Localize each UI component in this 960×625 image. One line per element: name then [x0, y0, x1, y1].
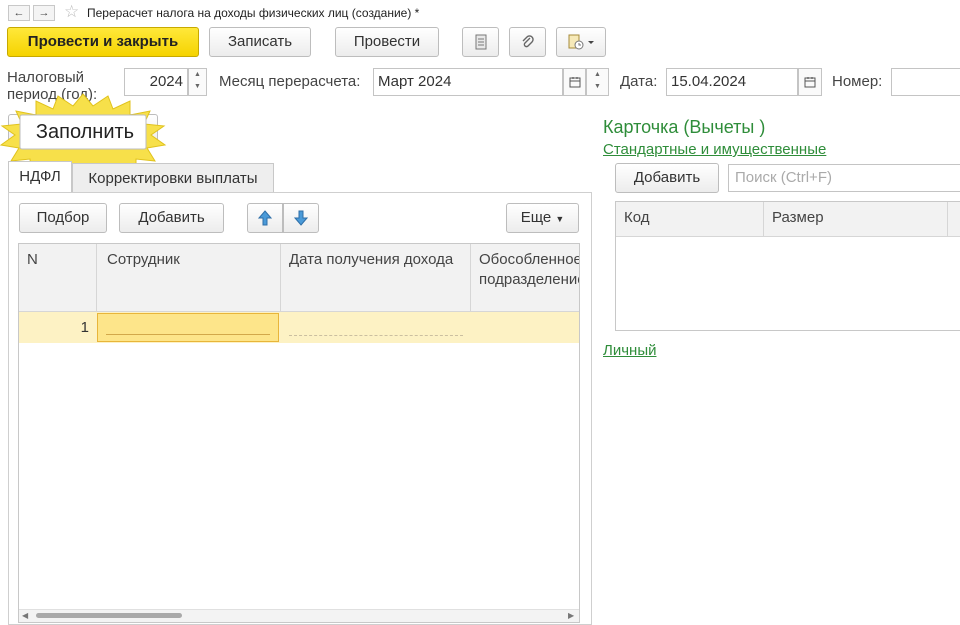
- attach-button[interactable]: [509, 27, 546, 57]
- employee-cell-input[interactable]: [97, 313, 279, 342]
- deductions-add-button[interactable]: Добавить: [615, 163, 719, 193]
- month-input[interactable]: Март 2024: [373, 68, 563, 96]
- more-label: Еще: [520, 209, 552, 226]
- date-input[interactable]: 15.04.2024: [666, 68, 798, 96]
- row-number-cell: 1: [80, 319, 89, 336]
- document-actions-button[interactable]: [556, 27, 606, 57]
- column-header-code[interactable]: Код: [616, 202, 764, 237]
- favorite-star-icon[interactable]: ☆: [64, 3, 79, 20]
- chevron-down-icon: ▼: [555, 214, 565, 224]
- scroll-right-icon[interactable]: ▶: [568, 610, 574, 621]
- window-title: Перерасчет налога на доходы физических л…: [87, 6, 420, 20]
- column-header-income-date[interactable]: Дата получения дохода: [281, 244, 471, 312]
- paperclip-icon: [522, 35, 534, 48]
- column-header-employee[interactable]: Сотрудник: [97, 244, 281, 312]
- report-button[interactable]: [462, 27, 499, 57]
- month-spinner[interactable]: ▲ ▼: [586, 68, 609, 96]
- post-and-close-button[interactable]: Провести и закрыть: [7, 27, 199, 57]
- more-button[interactable]: Еще ▼: [506, 203, 579, 233]
- deductions-card-title: Карточка (Вычеты ): [603, 117, 766, 137]
- tab-payment-corrections[interactable]: Корректировки выплаты: [72, 163, 274, 193]
- document-clock-icon: [568, 34, 594, 50]
- tab-ndfl[interactable]: НДФЛ: [8, 161, 72, 193]
- income-date-cell[interactable]: [289, 313, 463, 342]
- date-calendar-button[interactable]: [798, 68, 822, 96]
- standard-property-link[interactable]: Стандартные и имущественные: [603, 141, 826, 158]
- post-button[interactable]: Провести: [335, 27, 439, 57]
- add-row-button[interactable]: Добавить: [119, 203, 224, 233]
- arrow-up-icon: [257, 210, 273, 226]
- forward-button[interactable]: →: [33, 5, 55, 21]
- move-up-button[interactable]: [247, 203, 283, 233]
- month-label: Месяц перерасчета:: [219, 73, 361, 90]
- save-button[interactable]: Записать: [209, 27, 311, 57]
- month-calendar-button[interactable]: [563, 68, 586, 96]
- search-input[interactable]: Поиск (Ctrl+F): [728, 164, 960, 192]
- tax-period-spinner[interactable]: ▲ ▼: [188, 68, 207, 96]
- select-button[interactable]: Подбор: [19, 203, 107, 233]
- date-label: Дата:: [620, 73, 658, 90]
- document-list-icon: [475, 34, 486, 50]
- number-label: Номер:: [832, 73, 883, 90]
- column-header-division[interactable]: Обособленное подразделение: [471, 244, 579, 312]
- back-button[interactable]: ←: [8, 5, 30, 21]
- fill-button[interactable]: Заполнить: [22, 115, 148, 149]
- division-cell[interactable]: [471, 313, 579, 342]
- personal-link[interactable]: Личный: [603, 342, 656, 359]
- calendar-icon: [569, 77, 580, 88]
- scroll-left-icon[interactable]: ◀: [22, 610, 28, 621]
- column-header-size[interactable]: Размер: [764, 202, 948, 237]
- number-input[interactable]: [891, 68, 960, 96]
- calendar-icon: [804, 77, 816, 88]
- column-header-n[interactable]: N: [19, 244, 97, 312]
- column-header-extra[interactable]: [948, 202, 960, 237]
- scrollbar-thumb[interactable]: [36, 613, 182, 618]
- arrow-down-icon: [293, 210, 309, 226]
- move-down-button[interactable]: [283, 203, 319, 233]
